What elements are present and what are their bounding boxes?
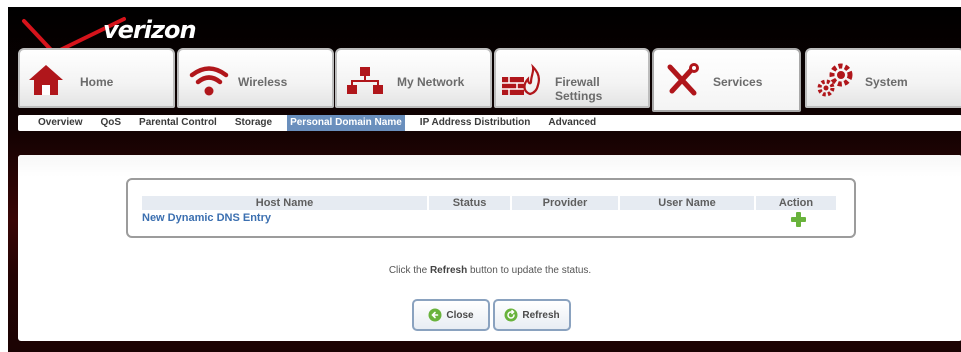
- network-icon: [347, 67, 383, 94]
- wireless-icon: [189, 66, 229, 96]
- column-user-name: User Name: [620, 196, 754, 210]
- panel-header-strip: [18, 155, 961, 177]
- hint-text-before: Click the: [388, 265, 428, 276]
- subnav-ip-address-distribution[interactable]: IP Address Distribution: [420, 115, 531, 131]
- status-hint: Click the Refresh button to update the s…: [18, 265, 961, 276]
- column-provider: Provider: [512, 196, 618, 210]
- close-icon: [428, 308, 442, 322]
- home-icon: [29, 65, 63, 95]
- column-action: Action: [756, 196, 836, 210]
- ddns-table: Host Name Status Provider User Name Acti…: [126, 178, 856, 238]
- logo-text: verizon: [103, 16, 197, 44]
- subnav-parental-control[interactable]: Parental Control: [139, 115, 217, 131]
- tools-icon: [667, 63, 699, 96]
- tab-firewall-settings-label: Firewall Settings: [555, 75, 603, 103]
- tab-wireless-label: Wireless: [238, 75, 288, 89]
- subnav-advanced[interactable]: Advanced: [548, 115, 596, 131]
- tab-system[interactable]: System: [805, 48, 961, 108]
- subnav-overview[interactable]: Overview: [38, 115, 82, 131]
- column-status: Status: [429, 196, 510, 210]
- tab-home[interactable]: Home: [18, 48, 175, 108]
- hint-text-bold: Refresh: [429, 265, 468, 276]
- refresh-icon: [504, 308, 518, 322]
- add-icon[interactable]: [790, 211, 807, 228]
- new-dynamic-dns-entry-link[interactable]: New Dynamic DNS Entry: [142, 212, 271, 224]
- tab-services[interactable]: Services: [652, 48, 801, 112]
- refresh-button-label: Refresh: [522, 309, 560, 321]
- subnav-qos[interactable]: QoS: [100, 115, 121, 131]
- app-frame: verizon Home Wireless My Network Firewal…: [8, 7, 961, 352]
- firewall-icon: [502, 63, 540, 96]
- column-host-name: Host Name: [142, 196, 427, 210]
- content-panel: Host Name Status Provider User Name Acti…: [18, 155, 961, 341]
- tab-system-label: System: [865, 75, 908, 89]
- subnav-storage[interactable]: Storage: [235, 115, 272, 131]
- close-button-label: Close: [446, 309, 474, 321]
- table-header: Host Name Status Provider User Name Acti…: [142, 196, 838, 210]
- tab-my-network-label: My Network: [397, 75, 465, 89]
- subnav-personal-domain-name[interactable]: Personal Domain Name: [287, 115, 405, 131]
- sub-navigation: Overview QoS Parental Control Storage Pe…: [18, 115, 961, 131]
- hint-text-after: button to update the status.: [469, 265, 592, 276]
- tab-home-label: Home: [80, 75, 114, 89]
- tab-my-network[interactable]: My Network: [335, 48, 492, 108]
- gears-icon: [817, 63, 853, 97]
- tab-firewall-settings[interactable]: Firewall Settings: [494, 48, 650, 108]
- refresh-button[interactable]: Refresh: [493, 299, 571, 331]
- close-button[interactable]: Close: [412, 299, 490, 331]
- tab-wireless[interactable]: Wireless: [177, 48, 334, 108]
- tab-services-label: Services: [713, 75, 763, 89]
